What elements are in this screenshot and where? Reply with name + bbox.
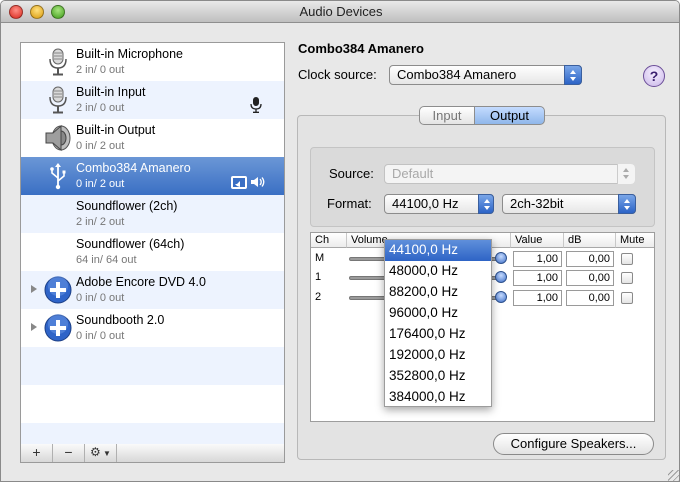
clock-source-value: Combo384 Amanero: [397, 67, 517, 82]
microphone-icon: [49, 86, 67, 114]
window-title: Audio Devices: [299, 4, 383, 19]
device-io-count: 0 in/ 0 out: [76, 330, 125, 342]
device-actions-button[interactable]: ⚙ ▼: [85, 444, 117, 462]
volume-value-field[interactable]: 1,00: [513, 290, 562, 306]
device-io-count: 0 in/ 2 out: [76, 178, 125, 190]
device-io-count: 2 in/ 0 out: [76, 64, 125, 76]
db-value-field[interactable]: 0,00: [566, 270, 614, 286]
configure-speakers-button[interactable]: Configure Speakers...: [493, 433, 654, 455]
sample-rate-option[interactable]: 44100,0 Hz: [385, 240, 491, 261]
sample-rate-option[interactable]: 88200,0 Hz: [385, 282, 491, 303]
tab-output[interactable]: Output: [474, 106, 545, 125]
device-row-soundflower-64ch[interactable]: Soundflower (64ch) 64 in/ 64 out: [21, 233, 284, 271]
mute-checkbox[interactable]: [621, 292, 633, 304]
tab-input[interactable]: Input: [419, 106, 475, 125]
speaker-icon: [45, 124, 71, 152]
channel-label: 1: [315, 271, 322, 283]
device-name: Soundflower (2ch): [76, 199, 178, 213]
bit-depth-value: 2ch-32bit: [510, 196, 564, 211]
volume-slider-knob[interactable]: [495, 291, 507, 303]
device-name: Built-in Output: [76, 123, 156, 137]
volume-slider-knob[interactable]: [495, 252, 507, 264]
sample-rate-menu: 44100,0 Hz 48000,0 Hz 88200,0 Hz 96000,0…: [384, 239, 492, 407]
system-output-icon: [231, 176, 247, 189]
gear-icon: ⚙: [90, 445, 101, 459]
remove-device-button[interactable]: −: [53, 444, 85, 462]
format-label: Format:: [327, 196, 372, 211]
chevron-down-icon: [478, 194, 494, 214]
popup-arrows-icon: [618, 194, 636, 214]
device-name: Built-in Input: [76, 85, 146, 99]
aggregate-plus-icon: [44, 314, 72, 342]
popup-arrows-icon: [617, 164, 635, 184]
device-row-adobe-encore-dvd[interactable]: Adobe Encore DVD 4.0 0 in/ 0 out: [21, 271, 284, 309]
default-input-icon: [250, 97, 262, 113]
device-name: Built-in Microphone: [76, 47, 183, 61]
disclosure-triangle-icon[interactable]: [31, 285, 37, 293]
add-device-button[interactable]: +: [21, 444, 53, 462]
device-list[interactable]: Built-in Microphone 2 in/ 0 out Built-in…: [20, 42, 285, 445]
column-header-value[interactable]: Value: [511, 233, 564, 248]
device-name: Combo384 Amanero: [76, 161, 191, 175]
device-io-count: 64 in/ 64 out: [76, 254, 137, 266]
chevron-down-icon: ▼: [100, 449, 111, 458]
bit-depth-popup[interactable]: 2ch-32bit: [502, 194, 636, 214]
channel-label: 2: [315, 291, 322, 303]
source-value: Default: [392, 166, 434, 181]
sample-rate-option[interactable]: 384000,0 Hz: [385, 387, 491, 408]
usb-icon: [50, 163, 66, 190]
device-list-button-bar: + − ⚙ ▼: [20, 444, 285, 463]
device-row-combo384-amanero[interactable]: Combo384 Amanero 0 in/ 2 out: [21, 157, 284, 195]
list-empty-row: [21, 423, 284, 444]
clock-source-label: Clock source:: [298, 67, 377, 82]
column-header-ch[interactable]: Ch: [311, 233, 347, 248]
sample-rate-option[interactable]: 192000,0 Hz: [385, 345, 491, 366]
device-io-count: 2 in/ 0 out: [76, 102, 125, 114]
sample-rate-option[interactable]: 96000,0 Hz: [385, 303, 491, 324]
device-row-soundflower-2ch[interactable]: Soundflower (2ch) 2 in/ 2 out: [21, 195, 284, 233]
device-name: Soundbooth 2.0: [76, 313, 165, 327]
disclosure-triangle-icon[interactable]: [31, 323, 37, 331]
device-row-soundbooth[interactable]: Soundbooth 2.0 0 in/ 0 out: [21, 309, 284, 347]
device-name: Adobe Encore DVD 4.0: [76, 275, 206, 289]
volume-value-field[interactable]: 1,00: [513, 251, 562, 267]
mute-checkbox[interactable]: [621, 253, 633, 265]
db-value-field[interactable]: 0,00: [566, 251, 614, 267]
source-label: Source:: [329, 166, 374, 181]
channel-label: M: [315, 252, 325, 264]
sample-rate-option[interactable]: 352800,0 Hz: [385, 366, 491, 387]
mute-checkbox[interactable]: [621, 272, 633, 284]
device-title: Combo384 Amanero: [298, 41, 424, 56]
clock-source-popup[interactable]: Combo384 Amanero: [389, 65, 582, 85]
help-button[interactable]: ?: [643, 65, 665, 87]
sample-rate-popup[interactable]: 44100,0 Hz: [384, 194, 494, 214]
sample-rate-value: 44100,0 Hz: [392, 196, 459, 211]
device-io-count: 0 in/ 2 out: [76, 140, 125, 152]
sample-rate-option[interactable]: 176400,0 Hz: [385, 324, 491, 345]
source-popup[interactable]: Default: [384, 164, 635, 184]
volume-value-field[interactable]: 1,00: [513, 270, 562, 286]
column-header-db[interactable]: dB: [564, 233, 616, 248]
device-row-built-in-input[interactable]: Built-in Input 2 in/ 0 out: [21, 81, 284, 119]
aggregate-plus-icon: [44, 276, 72, 304]
default-output-icon: [251, 177, 265, 187]
device-row-built-in-output[interactable]: Built-in Output 0 in/ 2 out: [21, 119, 284, 157]
device-io-count: 0 in/ 0 out: [76, 292, 125, 304]
db-value-field[interactable]: 0,00: [566, 290, 614, 306]
list-empty-row: [21, 347, 284, 385]
format-group-box: [310, 147, 655, 227]
list-empty-row: [21, 385, 284, 423]
microphone-icon: [49, 48, 67, 76]
column-header-mute[interactable]: Mute: [616, 233, 654, 248]
volume-slider-knob[interactable]: [495, 271, 507, 283]
device-row-built-in-microphone[interactable]: Built-in Microphone 2 in/ 0 out: [21, 43, 284, 81]
audio-devices-window: Audio Devices Built-in Microphone 2 in/ …: [0, 0, 680, 482]
popup-arrows-icon: [564, 65, 582, 85]
device-io-count: 2 in/ 2 out: [76, 216, 125, 228]
title-bar[interactable]: Audio Devices: [1, 1, 679, 23]
resize-grip-icon[interactable]: [668, 470, 679, 481]
device-name: Soundflower (64ch): [76, 237, 185, 251]
sample-rate-option[interactable]: 48000,0 Hz: [385, 261, 491, 282]
window-content: Built-in Microphone 2 in/ 0 out Built-in…: [1, 24, 679, 481]
